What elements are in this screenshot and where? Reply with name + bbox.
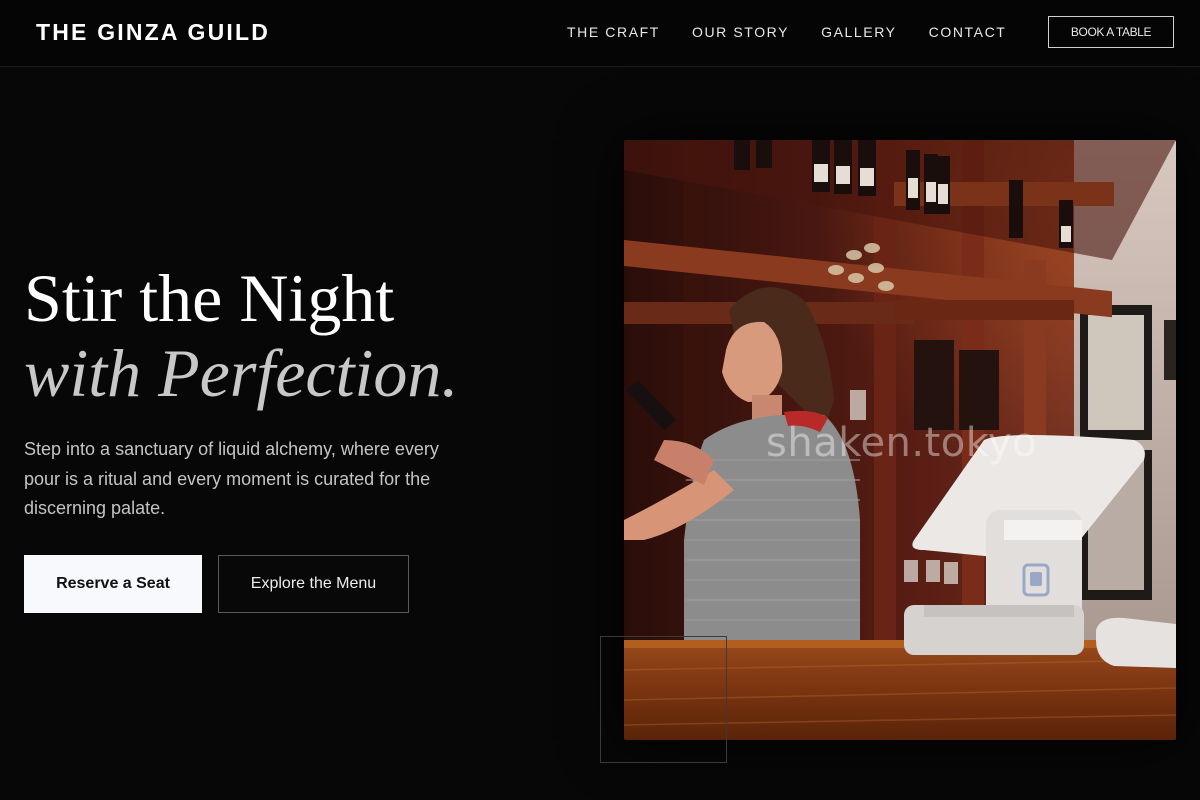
nav-link-contact[interactable]: CONTACT <box>929 24 1007 40</box>
nav-link-the-craft[interactable]: THE CRAFT <box>567 24 660 40</box>
brand-logo[interactable]: THE GINZA GUILD <box>36 19 270 46</box>
top-nav: THE GINZA GUILD THE CRAFT OUR STORY GALL… <box>0 0 1200 67</box>
book-table-button[interactable]: BOOK A TABLE <box>1048 16 1174 48</box>
explore-menu-button[interactable]: Explore the Menu <box>218 555 409 613</box>
hero-headline-line1: Stir the Night <box>24 260 395 336</box>
image-watermark: shaken.tokyo <box>766 420 1038 466</box>
hero-subtext: Step into a sanctuary of liquid alchemy,… <box>24 439 439 518</box>
nav-link-gallery[interactable]: GALLERY <box>821 24 897 40</box>
hero-bar-photo: shaken.tokyo <box>624 140 1176 740</box>
nav-link-our-story[interactable]: OUR STORY <box>692 24 789 40</box>
hero-headline-line2: with Perfection. <box>24 335 459 411</box>
reserve-seat-button[interactable]: Reserve a Seat <box>24 555 202 613</box>
nav-links: THE CRAFT OUR STORY GALLERY CONTACT <box>567 24 1038 40</box>
